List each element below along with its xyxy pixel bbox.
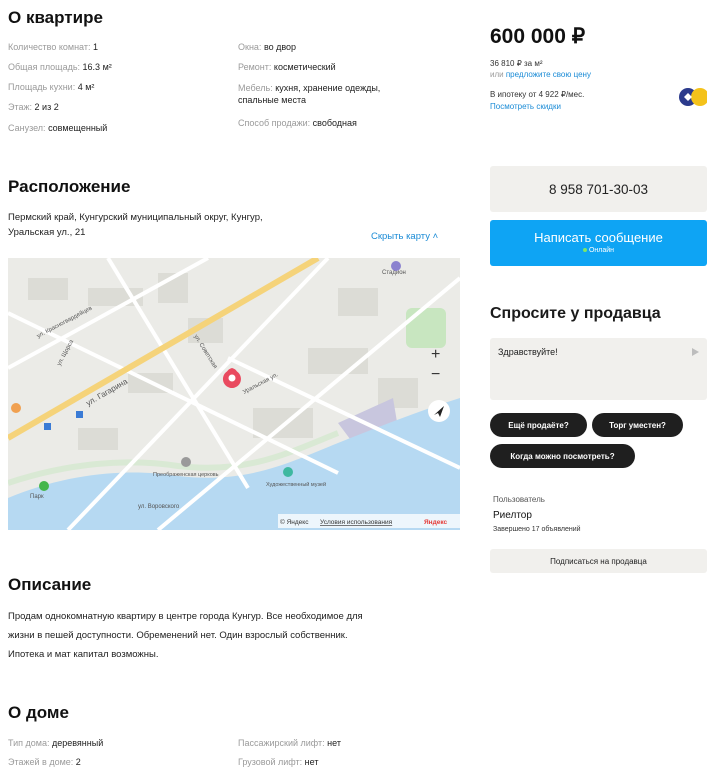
park-icon: [39, 481, 49, 491]
house-type: Тип дома: деревянный: [8, 738, 104, 748]
map-label-museum: Художественный музей: [266, 481, 326, 488]
map-canvas[interactable]: ул. Гагарина ул. Красногвардейцев Уральс…: [8, 258, 460, 530]
chat-input[interactable]: Здравствуйте!: [490, 338, 707, 400]
map-label-stadium: Стадион: [382, 270, 406, 276]
house-passenger-lift: Пассажирский лифт: нет: [238, 738, 341, 748]
house-cargo-lift: Грузовой лифт: нет: [238, 757, 319, 767]
param-windows: Окна: во двор: [238, 42, 297, 52]
param-area: Общая площадь: 16.3 м²: [8, 62, 112, 72]
ask-seller-title: Спросите у продавца: [490, 305, 661, 322]
param-kitchen: Площадь кухни: 4 м²: [8, 82, 95, 92]
online-dot-icon: [582, 248, 587, 253]
about-flat-title: О квартире: [8, 8, 103, 27]
yandex-logo: Яндекс: [424, 519, 448, 526]
hide-map-link[interactable]: Скрыть карту ˄: [371, 231, 438, 242]
param-repair: Ремонт: косметический: [238, 62, 336, 72]
museum-icon: [283, 467, 293, 477]
address: Пермский край, Кунгурский муниципальный …: [8, 212, 263, 238]
poi-orange-icon: [11, 403, 21, 413]
bus-stop-icon: [76, 411, 83, 418]
price: 600 000 ₽: [490, 25, 586, 48]
price-per-m: 36 810 ₽ за м²: [490, 59, 543, 68]
show-phone-button[interactable]: 8 958 701-30-03: [490, 166, 707, 212]
map-label-park: Парк: [30, 494, 44, 500]
description-text: Продам однокомнатную квартиру в центре г…: [8, 611, 363, 660]
mortgage: В ипотеку от 4 922 ₽/мес.: [490, 90, 585, 99]
seller-name[interactable]: Риелтор: [493, 510, 532, 521]
church-icon: [181, 457, 191, 467]
write-message-button[interactable]: Написать сообщение Онлайн: [490, 220, 707, 266]
description-title: Описание: [8, 575, 92, 594]
bank-logo-icon: [678, 86, 707, 108]
map-terms-link[interactable]: Условия использования: [320, 519, 393, 526]
map-label-vorovskogo: ул. Воровского: [138, 504, 180, 510]
map-copyright: © Яндекс: [280, 518, 309, 526]
stadium-icon: [391, 261, 401, 271]
subscribe-button[interactable]: Подписаться на продавца: [490, 549, 707, 573]
seller-type: Пользователь: [493, 495, 545, 504]
param-floor: Этаж: 2 из 2: [8, 102, 59, 112]
zoom-in-button[interactable]: +: [431, 346, 440, 364]
house-floors: Этажей в доме: 2: [8, 757, 81, 767]
map-label-church: Преображенская церковь: [153, 472, 219, 478]
house-title: О доме: [8, 703, 69, 722]
param-bathroom: Санузел: совмещенный: [8, 123, 108, 133]
param-rooms: Количество комнат: 1: [8, 42, 98, 52]
send-icon[interactable]: [692, 348, 699, 356]
offer-price: или предложите свою цену: [490, 70, 591, 79]
seller-stats: Завершено 17 объявлений: [493, 526, 581, 533]
param-furniture: Мебель: кухня, хранение одежды, спальные …: [238, 83, 381, 105]
chevron-up-icon: ˄: [432, 231, 439, 242]
param-sale-method: Способ продажи: свободная: [238, 118, 357, 128]
location-title: Расположение: [8, 177, 131, 196]
zoom-out-button[interactable]: −: [431, 366, 440, 384]
chip-when-to-view[interactable]: Когда можно посмотреть?: [490, 444, 635, 468]
chip-still-selling[interactable]: Ещё продаёте?: [490, 413, 587, 437]
chip-bargain[interactable]: Торг уместен?: [592, 413, 683, 437]
map[interactable]: ул. Гагарина ул. Красногвардейцев Уральс…: [8, 258, 460, 530]
offer-price-link[interactable]: предложите свою цену: [506, 70, 591, 79]
discounts-link[interactable]: Посмотреть скидки: [490, 102, 561, 111]
bus-stop-icon: [44, 423, 51, 430]
park-area: [406, 308, 446, 348]
